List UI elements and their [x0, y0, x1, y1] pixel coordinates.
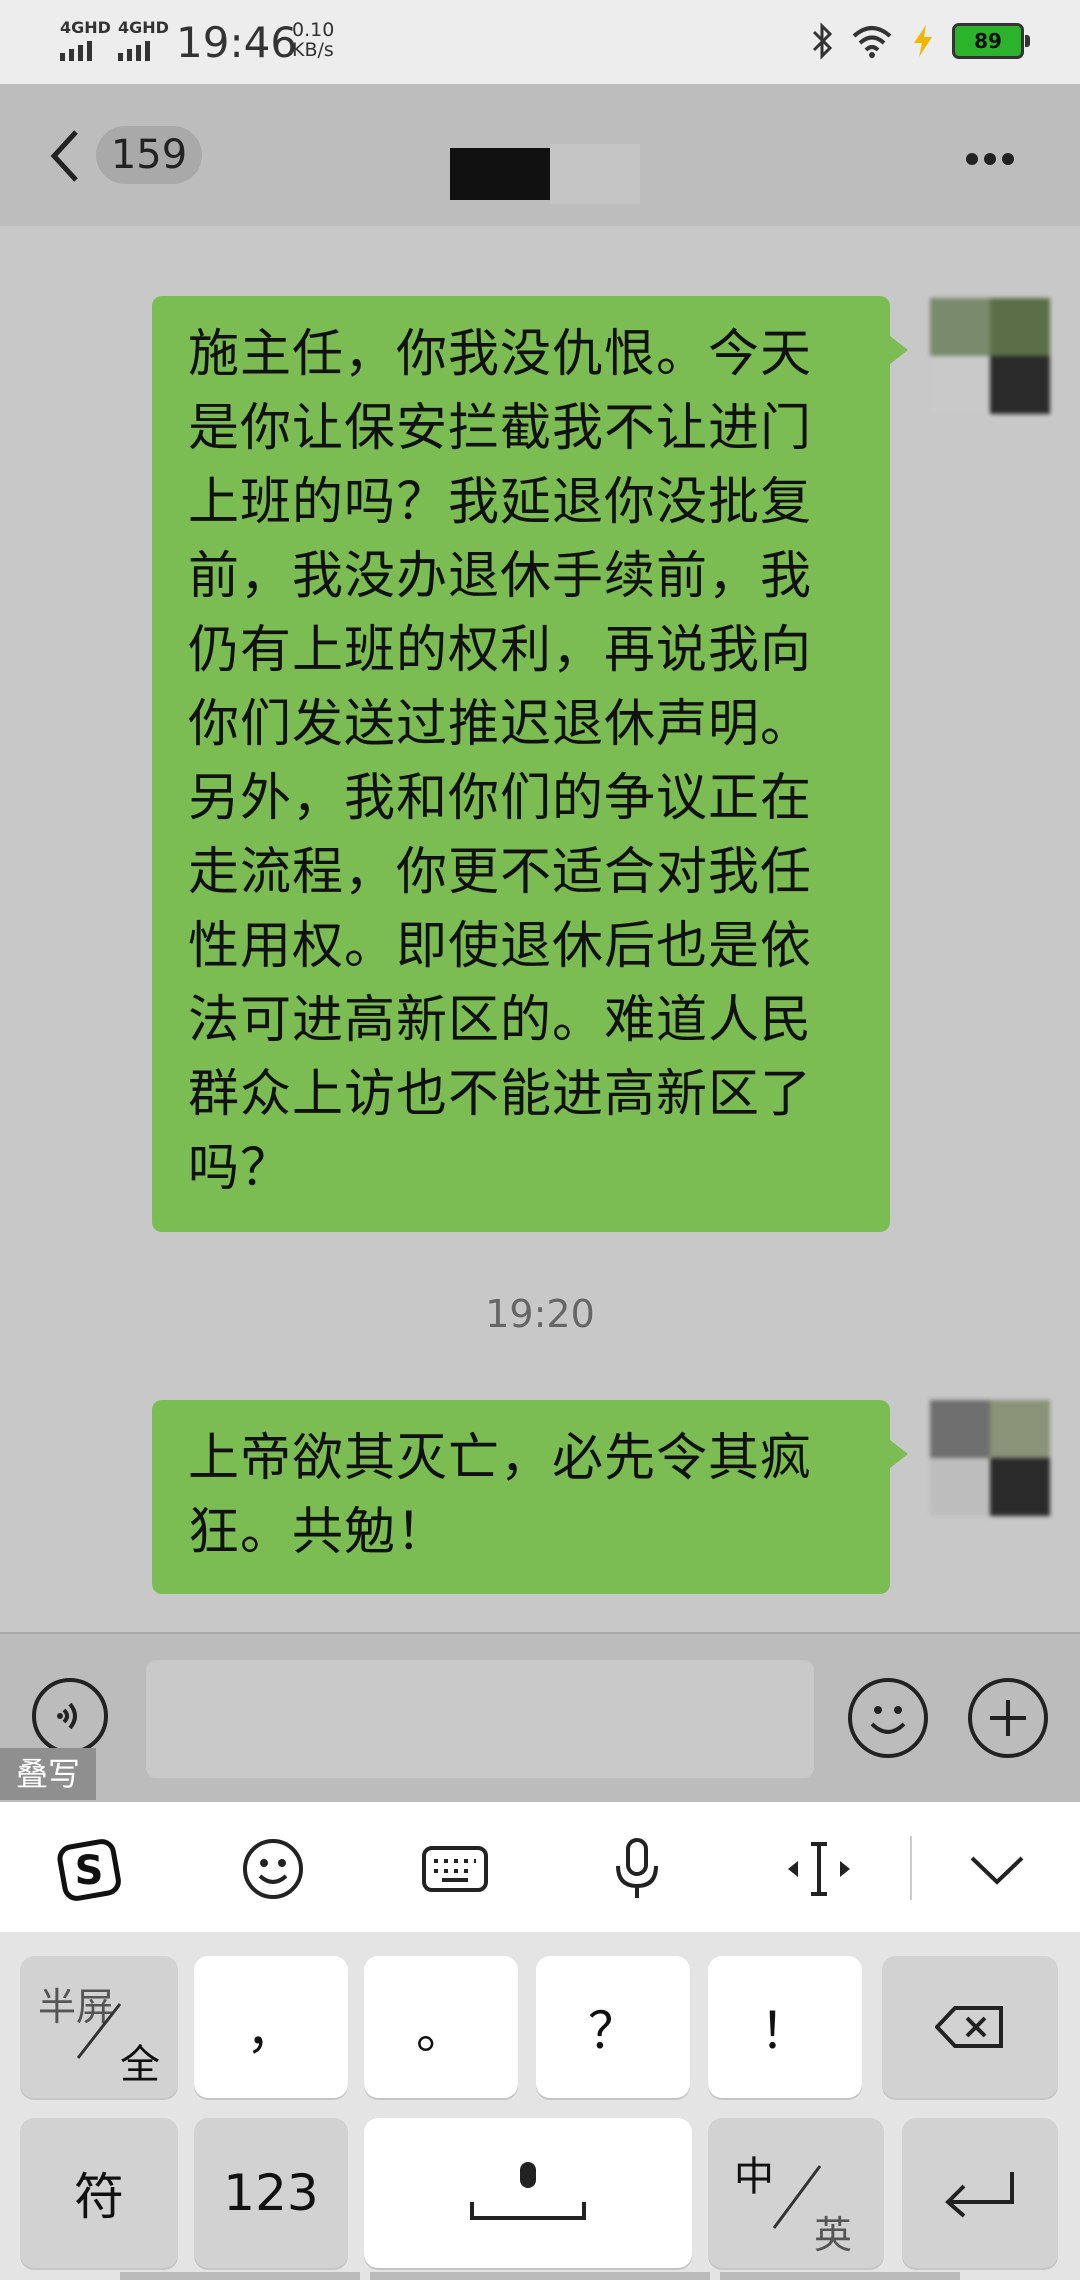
voice-input-button[interactable]	[32, 1678, 108, 1754]
network-label-2: 4GHD	[118, 18, 169, 37]
battery-icon: 89	[952, 23, 1030, 59]
signal-1: 4GHD	[60, 18, 111, 61]
language-switch-key[interactable]: 中 英	[708, 2118, 884, 2268]
bottom-nav-strip	[0, 2270, 1080, 2280]
message-bubble[interactable]: 施主任，你我没仇恨。今天是你让保安拦截我不让进门上班的吗？我延退你没批复前，我没…	[152, 296, 908, 1232]
exclaim-key[interactable]: ！	[708, 1956, 862, 2098]
speed-value: 0.10	[292, 19, 335, 41]
smiley-icon	[870, 1706, 906, 1734]
half-full-screen-key[interactable]: 半屏 全	[20, 1956, 178, 2098]
bluetooth-icon	[812, 22, 833, 60]
chat-title-redacted	[450, 148, 550, 200]
microphone-icon[interactable]	[602, 1834, 672, 1904]
signal-2: 4GHD	[118, 18, 169, 61]
space-voice-icon	[470, 2162, 586, 2220]
voice-icon	[57, 1702, 77, 1730]
charging-icon	[914, 25, 932, 57]
sogou-logo-icon[interactable]: S	[54, 1834, 124, 1904]
backspace-icon	[935, 2006, 1003, 2048]
back-arrow-icon[interactable]	[44, 126, 88, 186]
keyboard-toolbar: S	[0, 1802, 1080, 1932]
chat-messages[interactable]: 施主任，你我没仇恨。今天是你让保安拦截我不让进门上班的吗？我延退你没批复前，我没…	[0, 226, 1080, 1632]
symbols-key[interactable]: 符	[20, 2118, 178, 2268]
more-functions-button[interactable]	[968, 1678, 1048, 1758]
status-icons: 89	[810, 22, 1030, 60]
comma-key[interactable]: ，	[194, 1956, 348, 2098]
message-text-field[interactable]	[146, 1660, 814, 1778]
keyboard-icon[interactable]	[420, 1834, 490, 1904]
message-input-bar	[0, 1632, 1080, 1804]
avatar[interactable]	[930, 1400, 1050, 1516]
network-speed: 0.10 KB/s	[292, 20, 334, 60]
period-key[interactable]: 。	[364, 1956, 518, 2098]
chat-title-redacted-blur	[550, 144, 640, 204]
wifi-icon	[852, 26, 892, 58]
question-key[interactable]: ？	[536, 1956, 690, 2098]
keyboard: 半屏 全 ， 。 ？ ！ 符 123 中 英	[0, 1932, 1080, 2280]
network-label-1: 4GHD	[60, 18, 111, 37]
unread-count-badge[interactable]: 159	[96, 126, 202, 184]
english-label: 英	[814, 2213, 853, 2257]
emoji-button[interactable]	[848, 1678, 928, 1758]
svg-text:S: S	[75, 1848, 104, 1894]
avatar[interactable]	[930, 298, 1050, 414]
full-screen-label: 全	[120, 2042, 160, 2088]
enter-icon	[945, 2172, 1014, 2218]
enter-key[interactable]	[902, 2118, 1058, 2268]
chat-header: 159	[0, 84, 1080, 226]
message-bubble[interactable]: 上帝欲其灭亡，必先令其疯狂。共勉！	[152, 1400, 908, 1594]
signal-bars-icon	[118, 41, 169, 61]
status-time: 19:46	[176, 18, 298, 67]
toolbar-divider	[910, 1836, 912, 1900]
speed-unit: KB/s	[292, 39, 334, 61]
message-timestamp: 19:20	[485, 1292, 595, 1336]
overlay-write-label[interactable]: 叠写	[0, 1748, 96, 1800]
numbers-key[interactable]: 123	[194, 2118, 348, 2268]
status-bar: 4GHD 4GHD 19:46 0.10 KB/s 89	[0, 0, 1080, 84]
plus-icon	[990, 1700, 1026, 1736]
backspace-key[interactable]	[882, 1956, 1058, 2098]
more-options-icon[interactable]	[966, 150, 1022, 166]
space-key[interactable]	[364, 2118, 692, 2268]
signal-bars-icon	[60, 41, 111, 61]
collapse-keyboard-icon[interactable]	[962, 1834, 1032, 1904]
cursor-move-icon[interactable]	[784, 1834, 854, 1904]
emoji-keyboard-icon[interactable]	[238, 1834, 308, 1904]
